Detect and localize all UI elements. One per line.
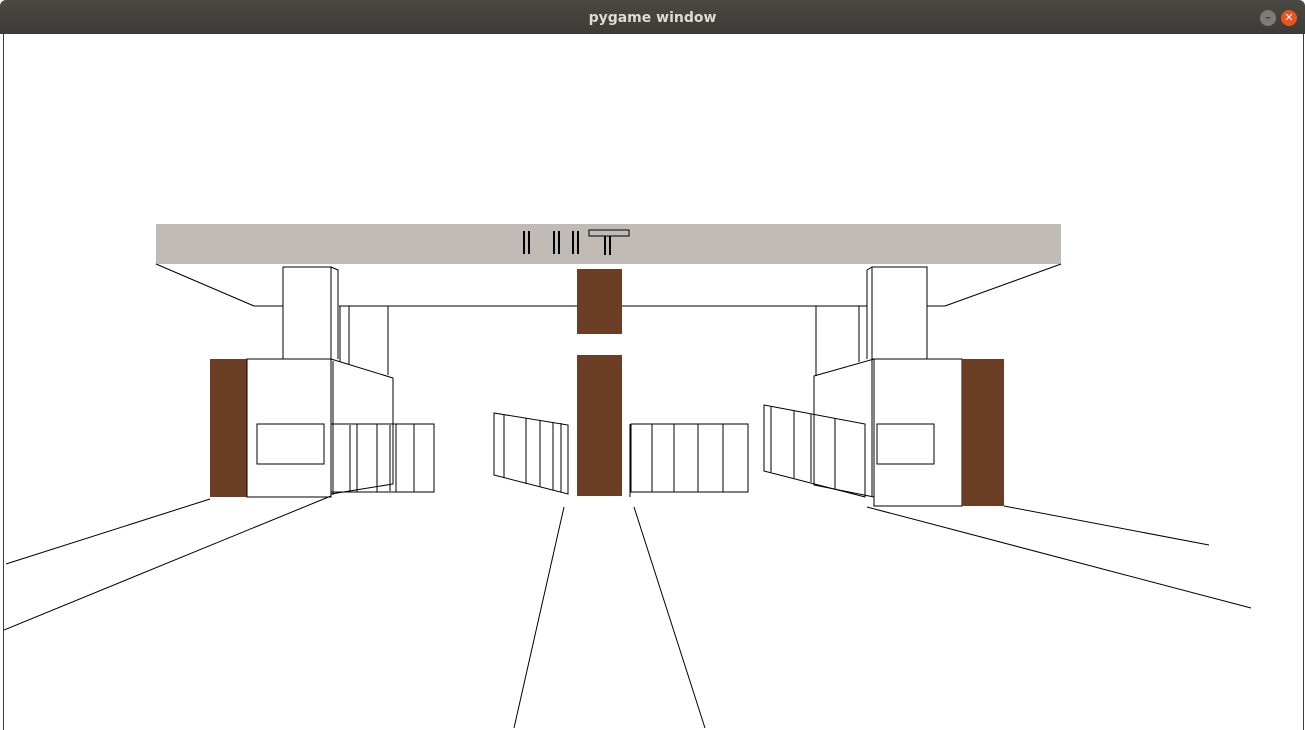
game-canvas[interactable]	[3, 34, 1304, 730]
left-building	[210, 358, 435, 498]
minimize-button[interactable]: –	[1260, 10, 1276, 26]
pygame-window: pygame window – ✕	[0, 0, 1305, 730]
left-gate	[493, 412, 569, 495]
title-bar[interactable]: pygame window – ✕	[0, 0, 1305, 34]
close-button[interactable]: ✕	[1281, 10, 1297, 26]
window-title: pygame window	[588, 10, 717, 26]
right-gate	[629, 423, 749, 497]
right-building	[763, 358, 1004, 507]
scene-svg	[4, 224, 1252, 729]
center-pillar	[577, 269, 622, 496]
road-lines	[4, 495, 1252, 729]
